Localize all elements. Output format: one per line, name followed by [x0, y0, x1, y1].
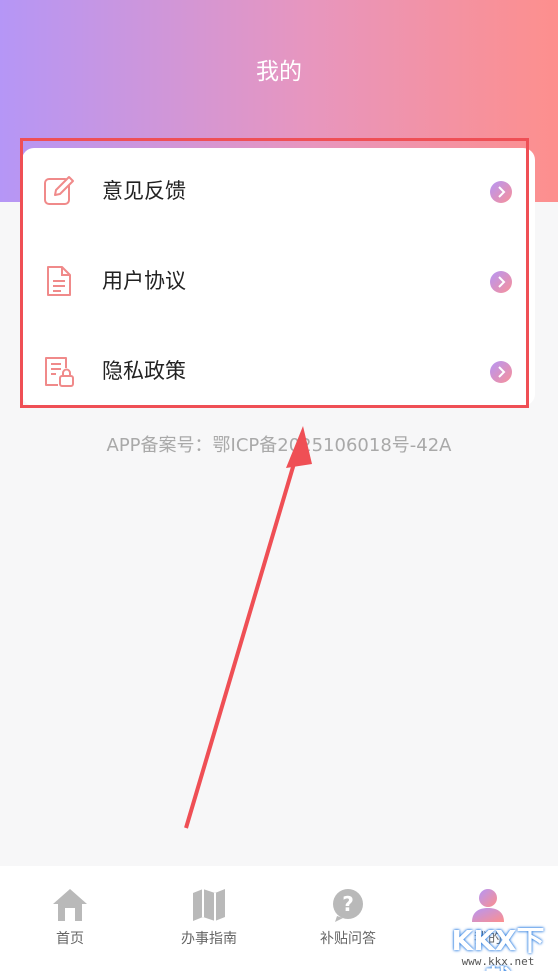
tab-home[interactable]: 首页 — [0, 866, 140, 971]
question-bubble-icon: ? — [333, 889, 363, 922]
settings-menu-card: 意见反馈 用户协议 隐私政策 — [22, 148, 535, 406]
svg-text:?: ? — [342, 892, 354, 916]
menu-item-label: 隐私政策 — [102, 359, 186, 383]
tab-label: 补贴问答 — [320, 931, 376, 947]
privacy-lock-document-icon — [45, 357, 74, 387]
chevron-right-icon — [490, 361, 512, 383]
chevron-right-icon — [490, 271, 512, 293]
watermark-url: www.kkx.net — [461, 955, 535, 968]
site-watermark: KKX下载 www.kkx.net — [438, 915, 558, 971]
tab-label: 首页 — [56, 931, 84, 947]
menu-item-feedback[interactable]: 意见反馈 — [22, 148, 535, 234]
menu-item-label: 用户协议 — [102, 269, 186, 293]
menu-item-user-agreement[interactable]: 用户协议 — [22, 238, 535, 324]
tab-subsidy-qa[interactable]: ? 补贴问答 — [278, 866, 418, 971]
edit-icon — [44, 176, 74, 205]
icp-record-text: APP备案号：鄂ICP备2025106018号-42A — [106, 435, 452, 456]
home-icon — [53, 889, 87, 921]
tab-label: 办事指南 — [181, 931, 237, 947]
document-icon — [47, 266, 71, 296]
menu-item-label: 意见反馈 — [102, 179, 186, 203]
page-title: 我的 — [256, 59, 302, 85]
menu-item-privacy-policy[interactable]: 隐私政策 — [22, 328, 535, 414]
map-icon — [193, 889, 225, 921]
tab-guide[interactable]: 办事指南 — [139, 866, 279, 971]
chevron-right-icon — [490, 181, 512, 203]
